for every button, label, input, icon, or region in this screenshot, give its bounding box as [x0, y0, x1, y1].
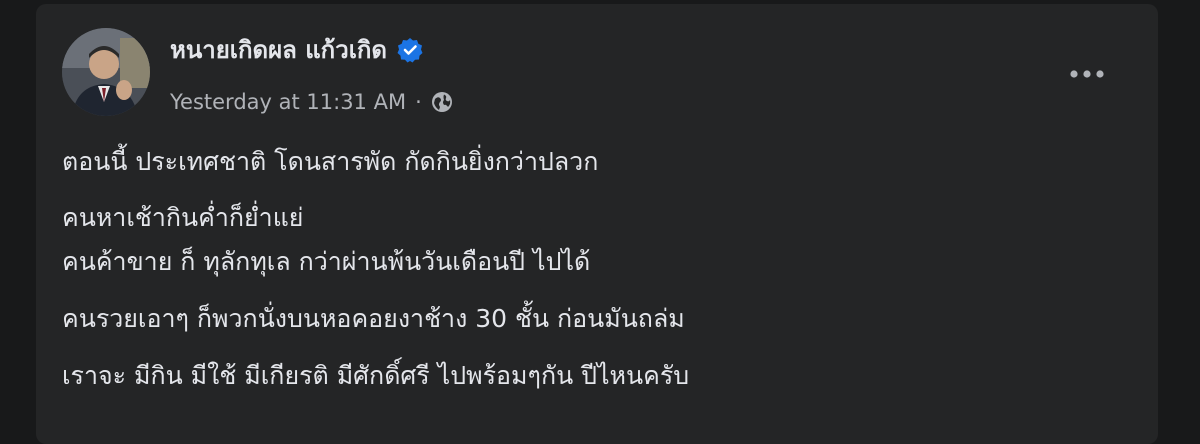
avatar-image [62, 28, 150, 116]
post-timestamp[interactable]: Yesterday at 11:31 AM [170, 90, 406, 114]
globe-icon[interactable] [430, 90, 454, 114]
more-options-icon [1070, 70, 1104, 78]
author-name-text[interactable]: หนายเกิดผล แก้วเกิด [170, 34, 387, 66]
author-name[interactable]: หนายเกิดผล แก้วเกิด [170, 34, 423, 66]
post-line: คนรวยเอาๆ ก็พวกนั่งบนหอคอยงาช้าง 30 ชั้น… [62, 304, 685, 333]
verified-badge-icon [397, 37, 423, 63]
post-body: ตอนนี้ ประเทศชาติ โดนสารพัด กัดกินยิ่งกว… [62, 142, 1122, 396]
author-avatar[interactable] [62, 28, 150, 116]
more-options-button[interactable] [1060, 54, 1114, 94]
post-card: หนายเกิดผล แก้วเกิด Yesterday at 11:31 A… [36, 4, 1158, 444]
post-meta: Yesterday at 11:31 AM · [170, 88, 454, 116]
post-line: เราจะ มีกิน มีใช้ มีเกียรติ มีศักดิ์ศรี … [62, 361, 690, 390]
post-line: ตอนนี้ ประเทศชาติ โดนสารพัด กัดกินยิ่งกว… [62, 147, 599, 176]
post-line: คนค้าขาย ก็ ทุลักทุเล กว่าผ่านพ้นวันเดือ… [62, 247, 591, 276]
post-line: คนหาเช้ากินค่ำก็ย่ำแย่ [62, 203, 304, 232]
meta-separator: · [415, 90, 422, 114]
